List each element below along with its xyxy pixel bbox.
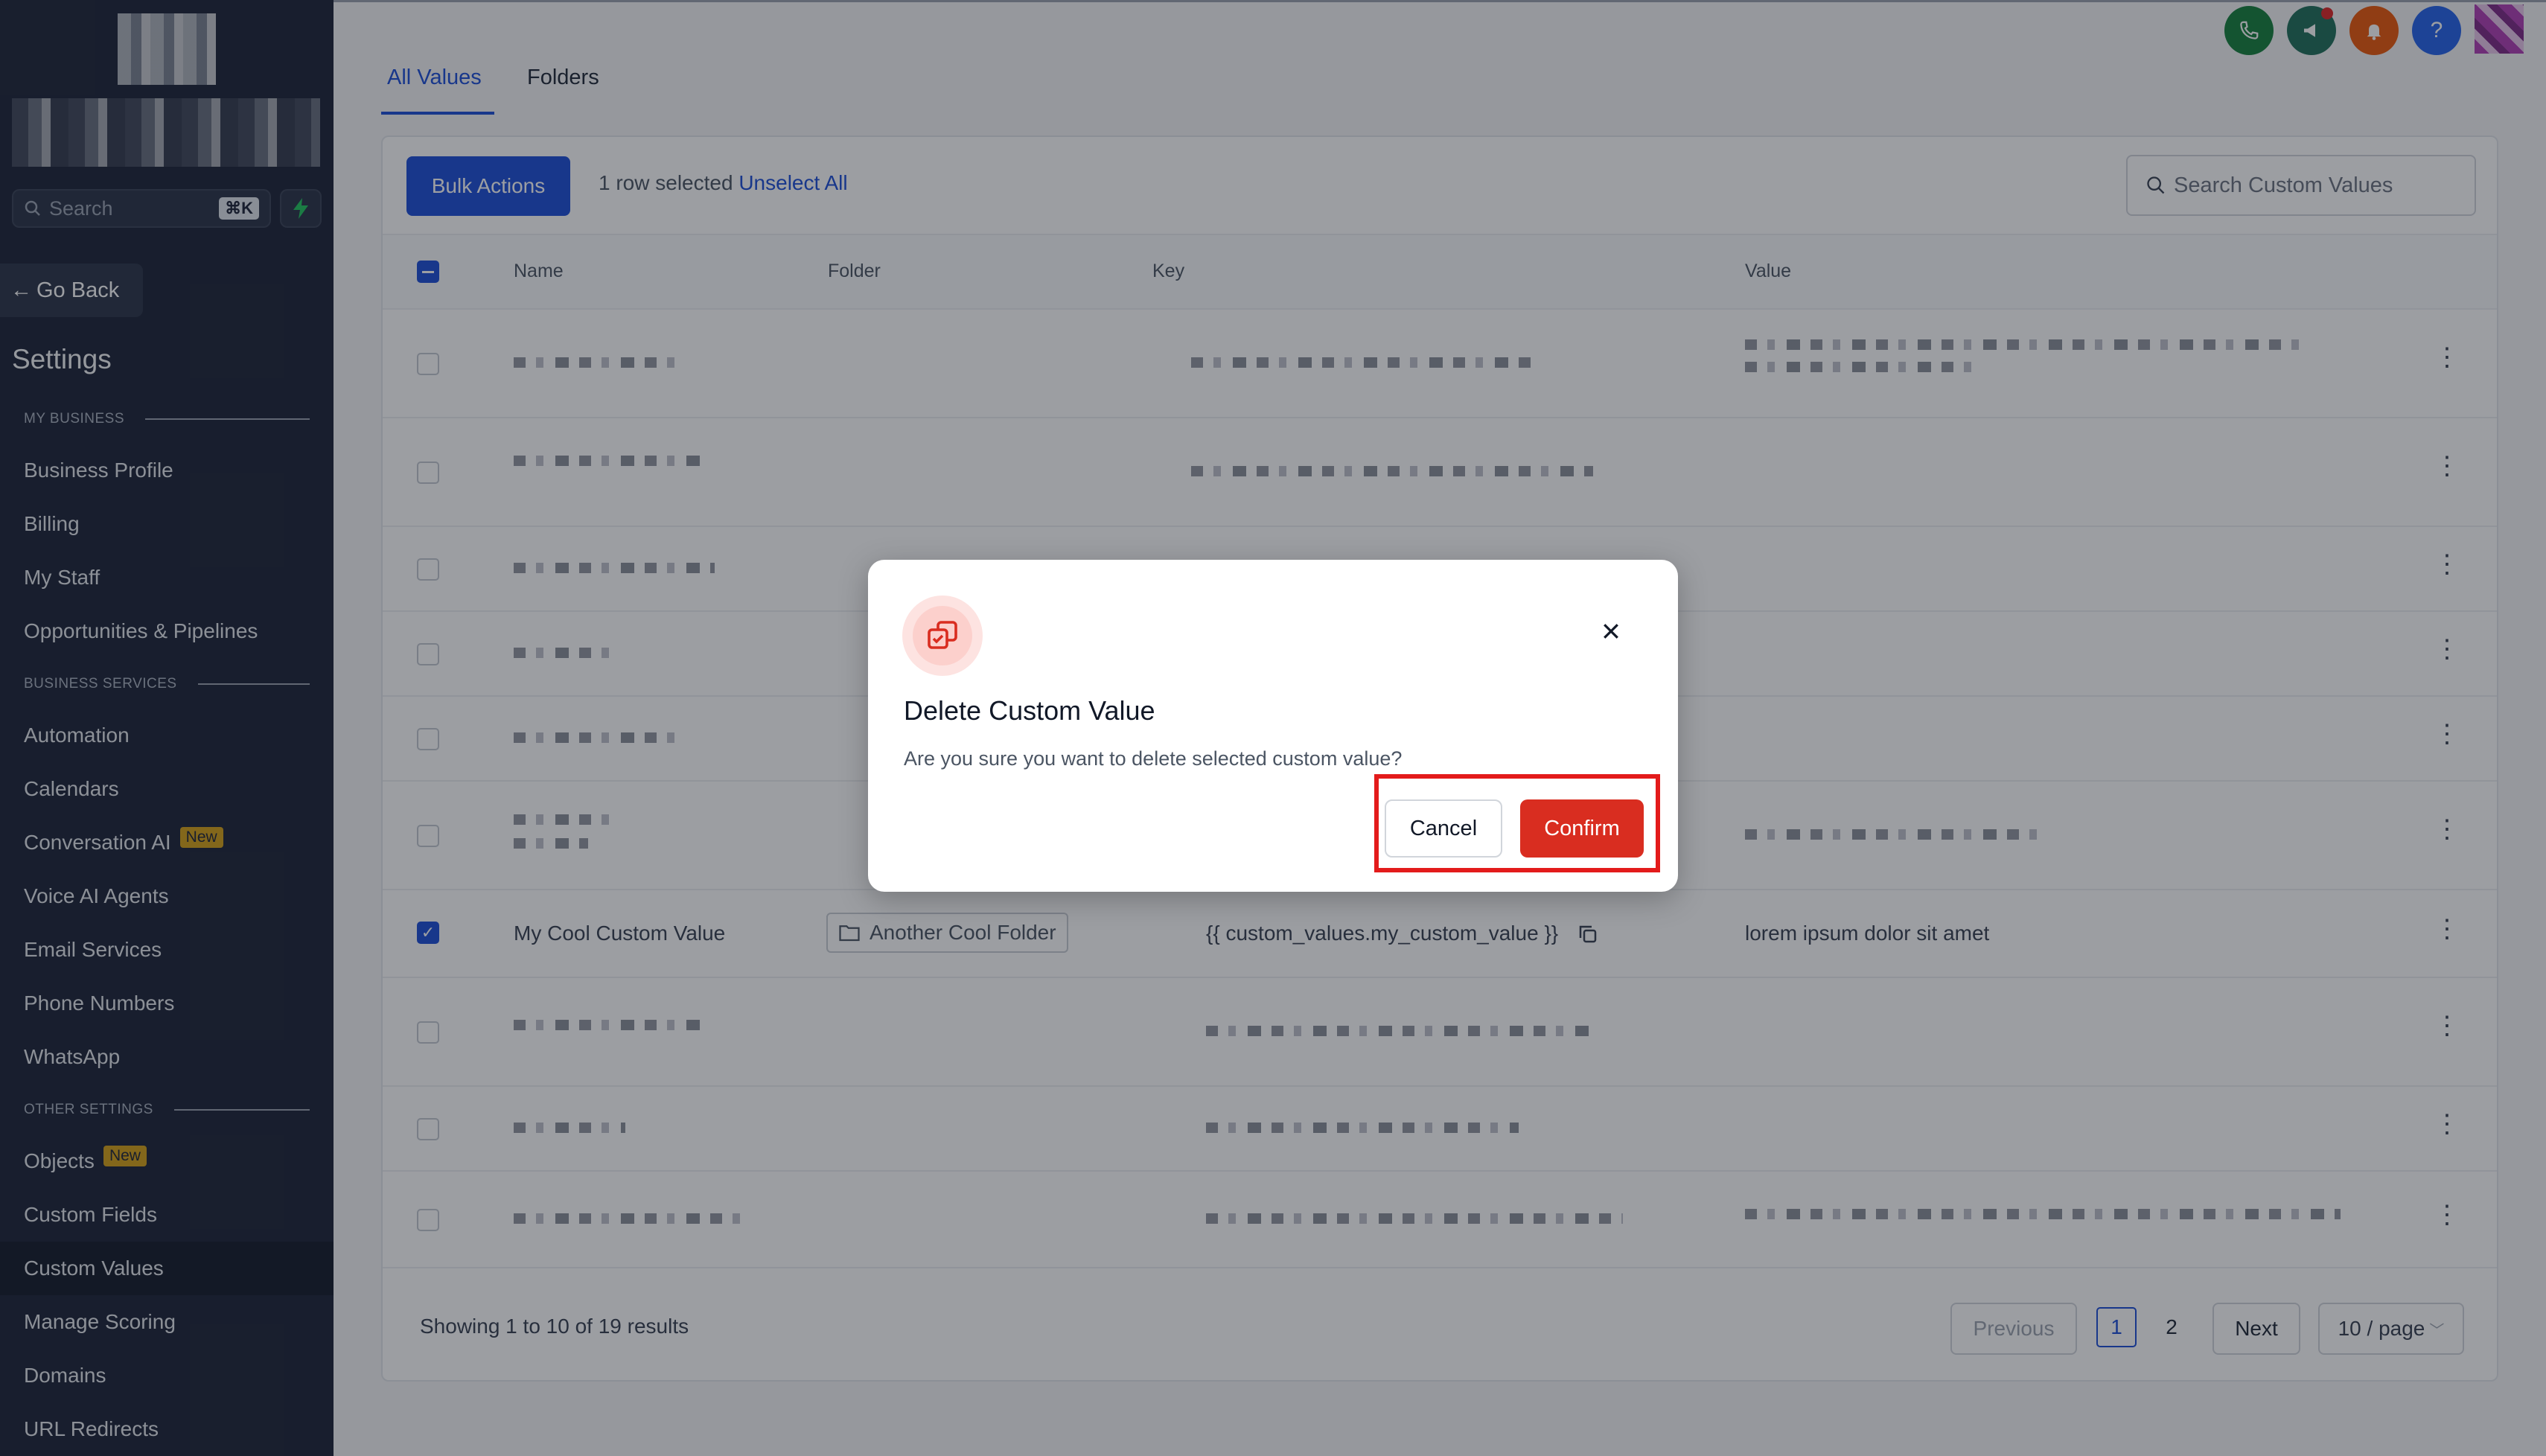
- close-icon[interactable]: [1595, 615, 1627, 648]
- modal-title: Delete Custom Value: [904, 695, 1155, 726]
- modal-icon-wrapper: [902, 596, 983, 676]
- highlight-box: [1374, 774, 1660, 872]
- duplicate-delete-icon: [928, 621, 957, 649]
- modal-description: Are you sure you want to delete selected…: [904, 747, 1403, 770]
